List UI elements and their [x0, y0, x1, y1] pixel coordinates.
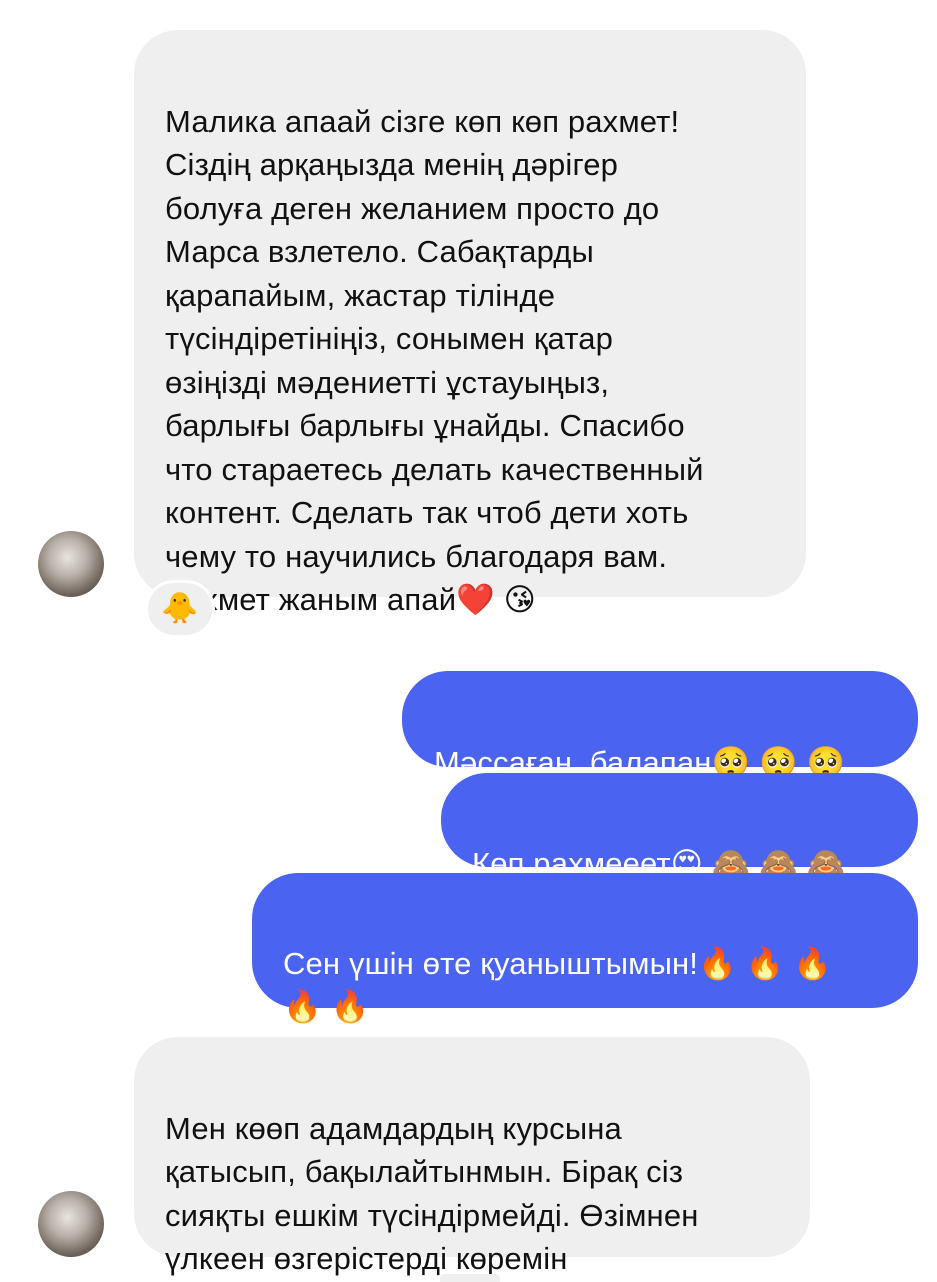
incoming-message-1[interactable]: Малика апаай сізге көп көп рахмет! Сізді… [134, 30, 806, 617]
message-reaction-badge[interactable]: 🐥 [145, 580, 215, 638]
outgoing-message-1[interactable]: Мәссаған, балапан🥺 🥺 🥺 [402, 671, 918, 780]
incoming-message-2-text: Мен көөп адамдардың курсына қатысып, бақ… [165, 1110, 699, 1277]
outgoing-message-3-text: Сен үшін өте қуаныштымын!🔥 🔥 🔥 🔥 🔥 [283, 945, 832, 1025]
sender-avatar[interactable] [38, 531, 104, 597]
outgoing-message-3[interactable]: Сен үшін өте қуаныштымын!🔥 🔥 🔥 🔥 🔥 [252, 873, 918, 1024]
chick-reaction-icon: 🐥 [161, 592, 199, 625]
incoming-message-1-text: Малика апаай сізге көп көп рахмет! Сізді… [165, 103, 704, 618]
outgoing-message-2[interactable]: Көп рахмееет😍 🙈 🙈 🙈 [441, 773, 918, 881]
incoming-message-2[interactable]: Мен көөп адамдардың курсына қатысып, бақ… [134, 1037, 810, 1276]
next-bubble-edge [440, 1274, 500, 1282]
sender-avatar-2[interactable] [38, 1191, 104, 1257]
